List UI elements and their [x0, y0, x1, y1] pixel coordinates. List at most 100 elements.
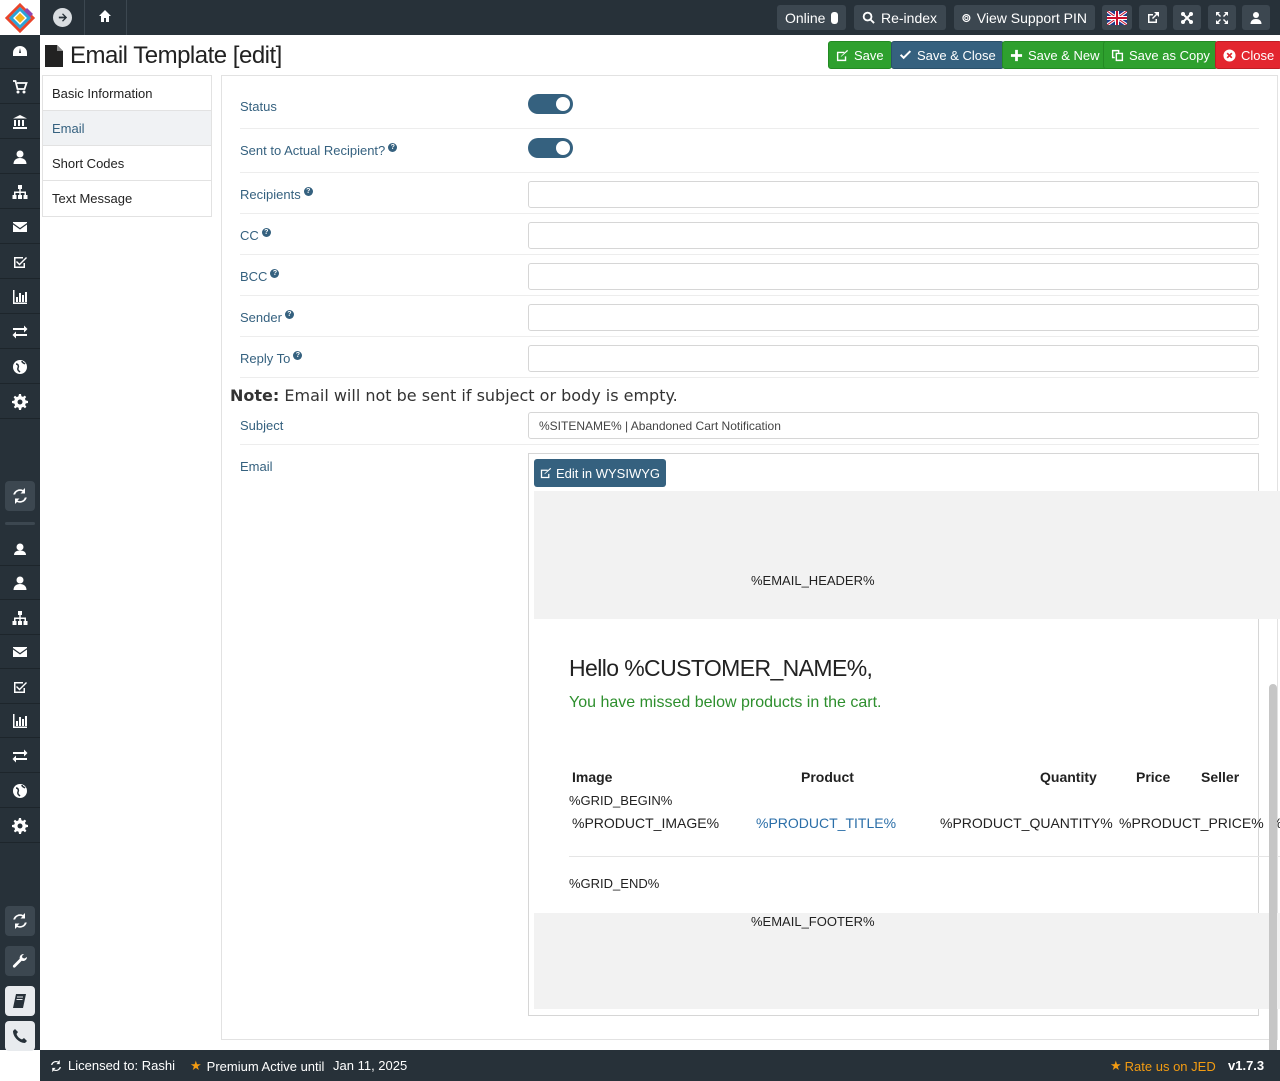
- plus-icon: [1010, 49, 1023, 61]
- divider: [240, 444, 1259, 445]
- tab-text-message[interactable]: Text Message: [43, 181, 211, 216]
- subject-input[interactable]: %SITENAME% | Abandoned Cart Notification: [528, 412, 1259, 439]
- user-menu-button[interactable]: [1242, 5, 1270, 30]
- sidebar-transfers[interactable]: [0, 315, 40, 349]
- divider: [240, 295, 1259, 296]
- help-icon[interactable]: ?: [270, 269, 280, 278]
- sidebar-dashboard[interactable]: [0, 35, 40, 69]
- sidebar-transfers-2[interactable]: [0, 739, 40, 773]
- status-label: Status: [240, 99, 277, 114]
- save-close-button[interactable]: Save & Close: [891, 41, 1004, 69]
- sidebar-user-circle[interactable]: [0, 532, 40, 566]
- rate-jed-link[interactable]: ★ Rate us on JED: [1110, 1058, 1216, 1074]
- subject-label: Subject: [240, 418, 284, 433]
- recipients-input[interactable]: [528, 181, 1259, 208]
- sidebar-reports-2[interactable]: [0, 704, 40, 738]
- reply-to-input[interactable]: [528, 345, 1259, 372]
- help-icon[interactable]: ?: [388, 143, 398, 152]
- gear-icon: [12, 817, 28, 834]
- reindex-button[interactable]: Re-index: [854, 5, 946, 30]
- sidebar-mail[interactable]: [0, 210, 40, 244]
- save-copy-label: Save as Copy: [1129, 47, 1210, 63]
- product-title-link[interactable]: %PRODUCT_TITLE%: [756, 815, 896, 831]
- email-footer-code: %EMAIL_FOOTER%: [751, 914, 875, 929]
- email-header-code: %EMAIL_HEADER%: [751, 573, 875, 588]
- reindex-label: Re-index: [881, 9, 938, 26]
- divider: [240, 377, 1259, 378]
- save-copy-button[interactable]: Save as Copy: [1103, 41, 1218, 69]
- close-label: Close: [1241, 47, 1275, 63]
- close-button[interactable]: Close: [1215, 41, 1280, 69]
- bar-chart-icon: [13, 713, 27, 728]
- sidebar-sitemap-2[interactable]: [0, 601, 40, 635]
- sidebar-mail-2[interactable]: [0, 635, 40, 669]
- sidebar-user[interactable]: [0, 140, 40, 174]
- help-icon[interactable]: ?: [293, 351, 303, 360]
- tab-basic-information[interactable]: Basic Information: [43, 76, 211, 111]
- sidebar-docs-button[interactable]: [5, 986, 35, 1016]
- sidebar-reports[interactable]: [0, 280, 40, 314]
- sidebar-sitemap[interactable]: [0, 175, 40, 209]
- cc-input[interactable]: [528, 222, 1259, 249]
- sidebar-settings-2[interactable]: [0, 809, 40, 843]
- online-switch-icon: [831, 11, 838, 24]
- column-header-quantity: Quantity: [1040, 769, 1097, 785]
- dashboard-icon: [13, 45, 27, 56]
- sidebar-tasks-2[interactable]: [0, 670, 40, 704]
- save-new-button[interactable]: Save & New: [1002, 41, 1108, 69]
- fullscreen-button[interactable]: [1208, 5, 1236, 30]
- globe-icon: [13, 783, 27, 798]
- online-toggle[interactable]: Online: [777, 5, 846, 30]
- tab-email[interactable]: Email: [43, 111, 211, 146]
- sidebar-globe-2[interactable]: [0, 774, 40, 808]
- email-footer-block: %EMAIL_FOOTER%: [534, 913, 1280, 1009]
- phone-icon: [13, 1029, 27, 1043]
- view-support-pin-button[interactable]: View Support PIN: [954, 5, 1095, 30]
- help-icon[interactable]: ?: [261, 228, 271, 237]
- sent-actual-toggle[interactable]: [528, 138, 573, 158]
- product-price-code: %PRODUCT_PRICE%: [1119, 815, 1264, 831]
- toggle-sidebar-button[interactable]: [53, 8, 72, 27]
- check-icon: [899, 49, 912, 59]
- sent-actual-label: Sent to Actual Recipient??: [240, 143, 398, 158]
- product-image-code: %PRODUCT_IMAGE%: [572, 815, 720, 831]
- home-button[interactable]: [98, 9, 114, 25]
- arrow-right-icon: [58, 13, 68, 22]
- save-button[interactable]: Save: [828, 41, 892, 69]
- help-icon[interactable]: ?: [284, 310, 294, 319]
- sidebar-support-button[interactable]: [5, 1021, 35, 1051]
- toggle-knob: [556, 97, 570, 111]
- envelope-icon: [13, 646, 27, 657]
- joomla-button[interactable]: [1173, 5, 1201, 30]
- joomla-icon: [1181, 11, 1193, 24]
- sender-input[interactable]: [528, 304, 1259, 331]
- sidebar-tasks[interactable]: [0, 245, 40, 279]
- sidebar-settings[interactable]: [0, 385, 40, 419]
- sidebar-tools-button[interactable]: [5, 946, 35, 976]
- edit-wysiwyg-button[interactable]: Edit in WYSIWYG: [534, 459, 667, 487]
- column-header-product: Product: [801, 769, 854, 785]
- language-button[interactable]: [1102, 5, 1132, 30]
- editor-scrollbar[interactable]: [1269, 684, 1277, 1064]
- sidebar-user-2[interactable]: [0, 566, 40, 600]
- external-link-button[interactable]: [1139, 5, 1167, 30]
- help-icon[interactable]: ?: [303, 187, 313, 196]
- sidebar-sync-button[interactable]: [5, 481, 35, 511]
- sidebar-bank[interactable]: [0, 105, 40, 139]
- star-icon: ★: [190, 1058, 202, 1073]
- divider: [240, 213, 1259, 214]
- tab-short-codes[interactable]: Short Codes: [43, 146, 211, 181]
- status-toggle[interactable]: [528, 94, 573, 114]
- sidebar-globe[interactable]: [0, 350, 40, 384]
- app-logo[interactable]: [0, 0, 40, 35]
- expand-icon: [1216, 11, 1228, 24]
- note-text: Email will not be sent if subject or bod…: [279, 386, 678, 405]
- divider: [5, 522, 35, 525]
- premium-date: Jan 11, 2025: [333, 1058, 408, 1073]
- bcc-input[interactable]: [528, 263, 1259, 290]
- sidebar-sync-button-2[interactable]: [5, 906, 35, 936]
- external-link-icon: [1148, 11, 1159, 23]
- email-greeting: Hello %CUSTOMER_NAME%,: [569, 655, 873, 681]
- sidebar-cart[interactable]: [0, 70, 40, 104]
- user-icon: [13, 150, 27, 164]
